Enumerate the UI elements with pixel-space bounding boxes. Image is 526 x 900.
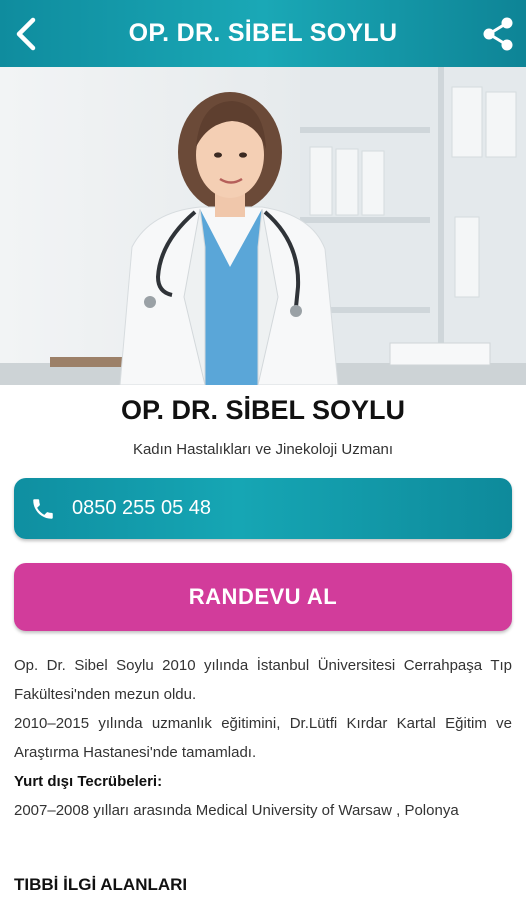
call-button[interactable]: 0850 255 05 48: [14, 478, 512, 539]
bio-paragraph: 2010–2015 yılında uzmanlık eğitimini, Dr…: [14, 715, 512, 761]
phone-number: 0850 255 05 48: [72, 497, 212, 519]
doctor-photo: [0, 67, 526, 385]
doctor-bio: Op. Dr. Sibel Soylu 2010 yılında İstanbu…: [14, 651, 512, 825]
share-icon: [483, 17, 513, 51]
doctor-name: OP. DR. SİBEL SOYLU: [120, 395, 406, 425]
bio-paragraph: 2007–2008 yılları arasında Medical Unive…: [14, 802, 459, 819]
appointment-button[interactable]: RANDEVU AL: [14, 563, 512, 631]
header-title: OP. DR. SİBEL SOYLU: [128, 19, 398, 47]
back-button[interactable]: [6, 14, 46, 54]
app-header: OP. DR. SİBEL SOYLU: [0, 0, 526, 67]
doctor-specialty: Kadın Hastalıkları ve Jinekoloji Uzmanı: [132, 441, 394, 458]
bio-paragraph: Op. Dr. Sibel Soylu 2010 yılında İstanbu…: [14, 657, 512, 703]
phone-icon: [30, 496, 56, 522]
section-heading: TIBBİ İLGİ ALANLARI: [14, 875, 188, 894]
chevron-left-icon: [16, 17, 36, 51]
abroad-experience-heading: Yurt dışı Tecrübeleri:: [14, 773, 163, 790]
share-button[interactable]: [478, 14, 518, 54]
